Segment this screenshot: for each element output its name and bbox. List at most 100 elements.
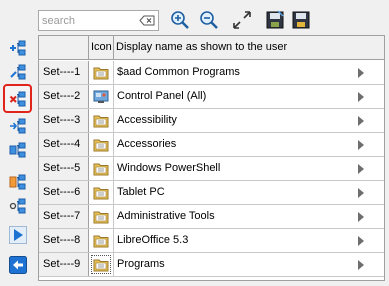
zoom-in-button[interactable] (169, 9, 191, 31)
display-name-text: Tablet PC (117, 186, 165, 198)
row-icon-cell (89, 181, 114, 204)
folder-icon (93, 139, 109, 152)
zoom-in-icon (171, 11, 189, 29)
folder-icon (93, 163, 109, 176)
table-row[interactable]: Set----7 Administrative Tools (39, 205, 384, 229)
row-icon-cell (89, 109, 114, 132)
zoom-out-icon (200, 11, 218, 29)
row-icon-cell (89, 229, 114, 252)
set-id-cell: Set----9 (39, 253, 89, 276)
set-id-cell: Set----2 (39, 85, 89, 108)
run-button[interactable] (9, 226, 27, 244)
edit-set-icon (10, 64, 26, 80)
display-name-cell: Administrative Tools (114, 205, 384, 228)
display-name-cell: LibreOffice 5.3 (114, 229, 384, 252)
run-icon (9, 226, 27, 244)
table-row[interactable]: Set----5 Windows PowerShell (39, 157, 384, 181)
back-icon (9, 256, 27, 274)
row-icon-cell (89, 253, 114, 276)
left-toolbar (0, 0, 35, 286)
folder-set-icon (9, 174, 26, 190)
folder-icon (93, 67, 109, 80)
table-row[interactable]: Set----3 Accessibility (39, 109, 384, 133)
back-button[interactable] (9, 256, 27, 274)
display-name-text: LibreOffice 5.3 (117, 234, 189, 246)
copy-set-icon (9, 142, 26, 158)
display-name-cell: Windows PowerShell (114, 157, 384, 180)
table-row[interactable]: Set----2 Control Panel (All) (39, 85, 384, 109)
edit-set-button[interactable] (9, 63, 27, 81)
expand-arrow-icon[interactable] (358, 92, 364, 102)
set-id-cell: Set----5 (39, 157, 89, 180)
clear-search-button[interactable] (139, 15, 155, 26)
expand-arrow-icon[interactable] (358, 260, 364, 270)
set-id-cell: Set----7 (39, 205, 89, 228)
display-name-text: Programs (117, 258, 165, 270)
display-name-text: Accessibility (117, 114, 177, 126)
display-name-cell: Accessibility (114, 109, 384, 132)
row-icon-cell (89, 85, 114, 108)
expand-arrow-icon[interactable] (358, 188, 364, 198)
set-id-cell: Set----8 (39, 229, 89, 252)
set-id-cell: Set----1 (39, 61, 89, 84)
zoom-out-button[interactable] (198, 9, 220, 31)
expand-arrow-icon[interactable] (358, 68, 364, 78)
folder-icon (93, 235, 109, 248)
display-name-text: Windows PowerShell (117, 162, 221, 174)
link-set-icon (9, 198, 26, 214)
display-name-cell: Accessories (114, 133, 384, 156)
display-name-cell: Tablet PC (114, 181, 384, 204)
search-box (38, 10, 159, 31)
table-row[interactable]: Set----4 Accessories (39, 133, 384, 157)
add-set-icon (10, 40, 26, 56)
display-name-text: $aad Common Programs (117, 66, 240, 78)
expand-arrow-icon[interactable] (358, 140, 364, 150)
display-name-cell: Control Panel (All) (114, 85, 384, 108)
table-row[interactable]: Set----6 Tablet PC (39, 181, 384, 205)
table-row[interactable]: Set----1 $aad Common Programs (39, 61, 384, 85)
display-name-cell: $aad Common Programs (114, 61, 384, 84)
folder-icon (93, 187, 109, 200)
search-input[interactable] (42, 13, 134, 28)
folder-icon (93, 211, 109, 224)
grid-header: Icon Display name as shown to the user (39, 36, 384, 60)
link-set-button[interactable] (9, 197, 27, 215)
expand-arrow-icon[interactable] (358, 236, 364, 246)
expand-arrow-icon[interactable] (358, 212, 364, 222)
display-name-text: Administrative Tools (117, 210, 215, 222)
expand-icon (233, 11, 251, 29)
folder-icon (91, 255, 111, 274)
table-row[interactable]: Set----9 Programs (39, 253, 384, 277)
folder-icon (93, 115, 109, 128)
clear-search-icon (139, 15, 155, 26)
delete-set-icon (9, 91, 25, 106)
expand-button[interactable] (231, 9, 253, 31)
header-icon[interactable]: Icon (89, 36, 114, 59)
move-set-button[interactable] (9, 117, 27, 135)
row-icon-cell (89, 157, 114, 180)
delete-set-button[interactable] (3, 84, 32, 113)
copy-set-button[interactable] (9, 141, 27, 159)
row-icon-cell (89, 133, 114, 156)
folder-set-button[interactable] (9, 173, 27, 191)
expand-arrow-icon[interactable] (358, 164, 364, 174)
expand-arrow-icon[interactable] (358, 116, 364, 126)
set-id-cell: Set----4 (39, 133, 89, 156)
add-set-button[interactable] (9, 39, 27, 57)
row-icon-cell (89, 205, 114, 228)
control-panel-icon (93, 90, 109, 103)
header-set[interactable] (39, 36, 89, 59)
save-as-button[interactable] (264, 9, 286, 31)
save-icon (292, 11, 310, 29)
set-id-cell: Set----6 (39, 181, 89, 204)
save-as-icon (266, 10, 284, 29)
table-row[interactable]: Set----8 LibreOffice 5.3 (39, 229, 384, 253)
header-display-name[interactable]: Display name as shown to the user (114, 36, 384, 59)
save-button[interactable] (290, 9, 312, 31)
row-icon-cell (89, 61, 114, 84)
display-name-text: Control Panel (All) (117, 90, 207, 102)
move-set-icon (10, 118, 26, 134)
display-name-cell: Programs (114, 253, 384, 276)
sets-grid: Icon Display name as shown to the user S… (38, 35, 385, 281)
set-id-cell: Set----3 (39, 109, 89, 132)
